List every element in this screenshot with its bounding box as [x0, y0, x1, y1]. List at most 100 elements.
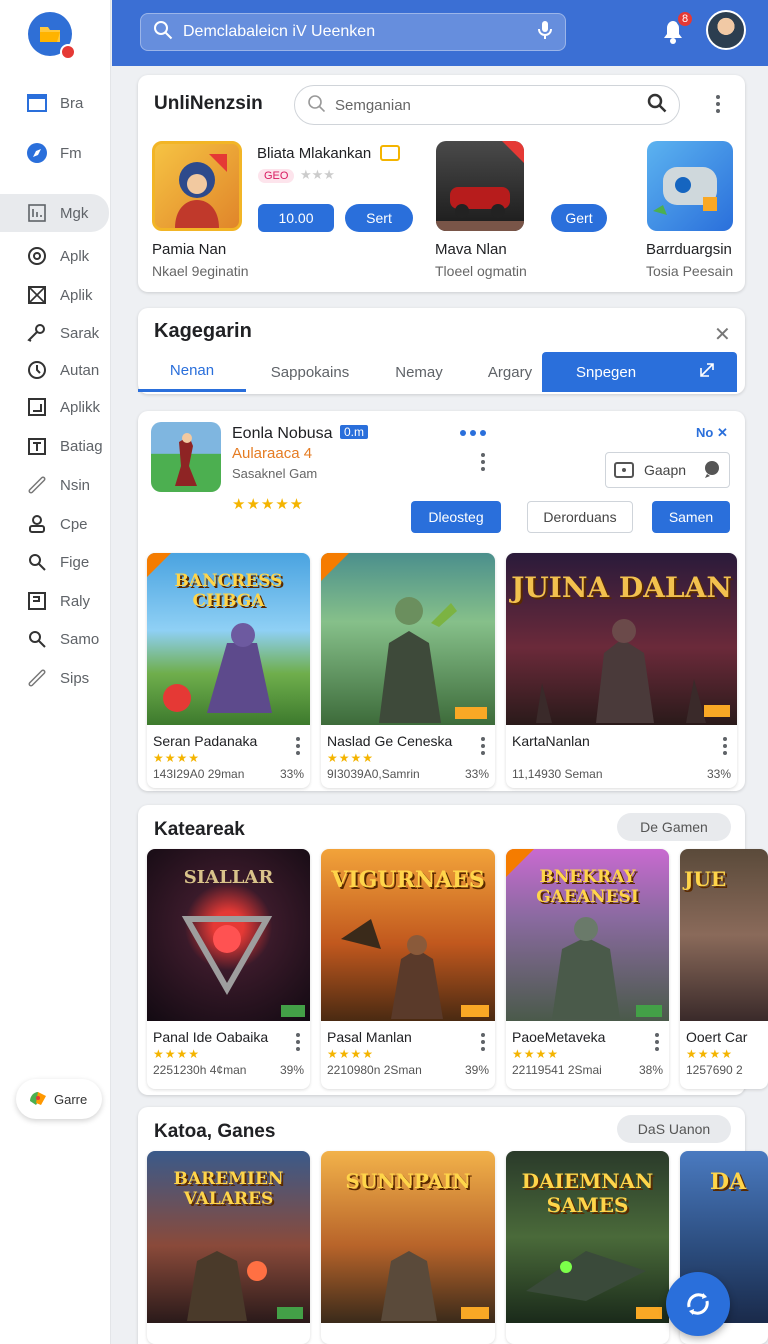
sidebar-item-label: Batiag	[60, 437, 103, 455]
game-meta: 143I29A0 29man	[153, 767, 245, 781]
game-tile[interactable]: BAREMIEN VALARES	[147, 1151, 310, 1344]
notification-button[interactable]: 8	[658, 10, 694, 48]
get-button[interactable]: Sert	[345, 204, 413, 232]
expand-icon	[697, 360, 717, 384]
game-tile[interactable]: DAIEMNAN SAMES	[506, 1151, 669, 1344]
app-thumbnail[interactable]	[436, 141, 524, 231]
game-name: KartaNanlan	[512, 733, 590, 749]
sidebar-item-sips[interactable]: Sips	[0, 659, 109, 697]
sidebar-item-label: Samo	[60, 630, 100, 648]
tab-nemay[interactable]: Nemay	[376, 352, 462, 392]
get-button[interactable]: Gert	[551, 204, 607, 232]
sidebar-item-bra[interactable]: Bra	[0, 84, 109, 122]
sidebar-item-autan[interactable]: Autan	[0, 351, 109, 389]
sidebar-item-aplk[interactable]: Aplk	[0, 237, 109, 275]
refresh-fab[interactable]	[666, 1272, 730, 1336]
app-thumbnail[interactable]	[152, 141, 242, 231]
rating-stars: ★★★★	[512, 1047, 560, 1061]
tertiary-button[interactable]: Samen	[652, 501, 730, 533]
sidebar-item-fm[interactable]: Fm	[0, 134, 109, 172]
detail-badge: 0.m	[340, 425, 369, 439]
sidebar-item-label: Autan	[60, 361, 100, 379]
tab-nenan[interactable]: Nenan	[138, 352, 246, 392]
dismiss-text: No	[696, 425, 714, 440]
game-tile[interactable]: BANCRESS CHBGA Seran Padanaka ★★★★ 143I2…	[147, 553, 310, 788]
section-title: Katoa, Ganes	[154, 1121, 276, 1142]
hero-tag: GEO	[258, 169, 295, 183]
game-tile[interactable]: Naslad Ge Ceneska ★★★★ 9I3039A0,Samrin 3…	[321, 553, 495, 788]
game-artwork: SIALLAR	[147, 849, 310, 1021]
gaapn-label: Gaapn	[644, 462, 687, 478]
game-tile[interactable]: JUE Ooert Car ★★★★ 1257690 2	[680, 849, 768, 1089]
sidebar-item-aplik[interactable]: Aplik	[0, 276, 109, 314]
more-options-icon[interactable]	[723, 737, 727, 755]
game-chip[interactable]: Garre	[16, 1079, 102, 1119]
more-options-icon[interactable]	[296, 1033, 300, 1051]
app-developer: Nkael 9eginatin	[152, 263, 249, 279]
folder-icon	[40, 27, 60, 42]
apps-icon	[26, 202, 48, 224]
tab-snpegen[interactable]: Snpegen	[542, 352, 737, 392]
app-thumbnail[interactable]	[647, 141, 733, 231]
detail-app-icon[interactable]	[151, 422, 221, 492]
gaapn-button[interactable]: Gaapn	[605, 452, 730, 488]
featured-search-input[interactable]: Semganian	[294, 85, 680, 125]
rating-stars: ★★★	[300, 167, 335, 182]
featured-search-placeholder: Semganian	[335, 96, 411, 114]
game-artwork: SUNNPAIN	[321, 1151, 495, 1323]
more-options-icon[interactable]	[655, 1033, 659, 1051]
more-options-icon[interactable]	[481, 1033, 485, 1051]
sidebar-item-samo[interactable]: Samo	[0, 620, 109, 658]
search-icon	[153, 20, 173, 45]
square-icon	[26, 590, 48, 612]
dismiss-link[interactable]: No ✕	[696, 425, 728, 441]
rating-stars: ★★★★★	[232, 496, 305, 513]
more-options-icon[interactable]	[716, 95, 720, 113]
sidebar-item-nsin[interactable]: Nsin	[0, 466, 109, 504]
avatar[interactable]	[706, 10, 746, 50]
game-tile[interactable]: BNEKRAY GAEANESI PaoeMetaveka ★★★★ 22119…	[506, 849, 669, 1089]
sidebar-item-cpe[interactable]: Cpe	[0, 505, 109, 543]
section-action-button[interactable]: De Gamen	[617, 813, 731, 841]
game-name: PaoeMetaveka	[512, 1029, 606, 1045]
game-tile[interactable]: JUINA DALAN KartaNanlan 11,14930 Seman 3…	[506, 553, 737, 788]
sidebar-item-batiag[interactable]: Batiag	[0, 427, 109, 465]
game-art-title: JUE	[684, 867, 727, 891]
app-logo[interactable]	[28, 12, 76, 60]
tab-argary[interactable]: Argary	[468, 352, 552, 392]
more-options-icon[interactable]	[481, 737, 485, 755]
app-developer: Tosia Peesain	[646, 263, 734, 279]
more-options-icon[interactable]	[460, 430, 486, 436]
sidebar-item-aplikk[interactable]: Aplikk	[0, 388, 109, 426]
top-header: Demclabaleicn iV Ueenken 8	[112, 0, 768, 66]
game-tile[interactable]: SIALLAR Panal Ide Oabaika ★★★★ 2251230h …	[147, 849, 310, 1089]
search-icon[interactable]	[647, 93, 667, 117]
game-tile[interactable]: SUNNPAIN	[321, 1151, 495, 1344]
price-button[interactable]: 10.00	[258, 204, 334, 232]
sidebar-item-sarak[interactable]: Sarak	[0, 314, 109, 352]
secondary-button[interactable]: Derorduans	[527, 501, 633, 533]
sidebar-item-raly[interactable]: Raly	[0, 582, 109, 620]
sidebar-item-mgk[interactable]: Mgk	[0, 194, 109, 232]
rating-stars: ★★★★	[327, 751, 375, 765]
search-icon	[307, 94, 326, 116]
header-search-bar[interactable]: Demclabaleicn iV Ueenken	[140, 13, 566, 51]
app-name: Pamia Nan	[152, 241, 227, 258]
game-tile[interactable]: VIGURNAES Pasal Manlan ★★★★ 2210980n 2Sm…	[321, 849, 495, 1089]
window-icon	[26, 92, 48, 114]
mic-icon[interactable]	[537, 20, 553, 45]
sidebar-item-label: Sips	[60, 669, 90, 687]
primary-button[interactable]: Dleosteg	[411, 501, 501, 533]
rating-stars: ★★★★	[327, 1047, 375, 1061]
more-options-icon[interactable]	[296, 737, 300, 755]
sidebar-item-label: Cpe	[60, 515, 88, 533]
featured-title: UnliNenzsin	[154, 93, 263, 114]
game-name: Ooert Car	[686, 1029, 748, 1045]
game-meta: 11,14930 Seman	[512, 767, 603, 781]
tab-sappokains[interactable]: Sappokains	[252, 352, 368, 392]
sidebar-item-fige[interactable]: Fige	[0, 543, 109, 581]
section-action-button[interactable]: DaS Uanon	[617, 1115, 731, 1143]
detail-title: Eonla Nobusa	[232, 425, 333, 442]
more-options-icon[interactable]	[481, 453, 485, 471]
close-icon[interactable]: ✕	[714, 322, 731, 347]
